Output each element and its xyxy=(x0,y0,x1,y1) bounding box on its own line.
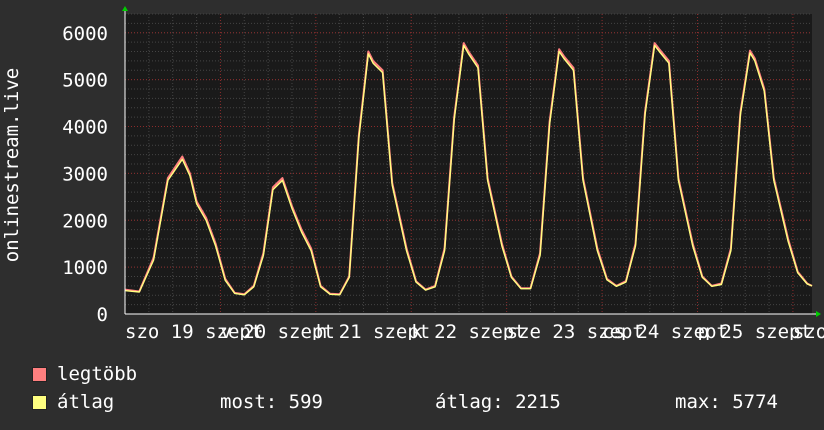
y-tick-label: 6000 xyxy=(62,23,108,45)
y-axis-label: onlinestream.live xyxy=(1,68,23,262)
y-tick-label: 5000 xyxy=(62,70,108,92)
legend-item-avg: átlag xyxy=(32,391,114,413)
stat-average: átlag: 2215 xyxy=(435,391,561,413)
legend-label-avg: átlag xyxy=(57,391,115,413)
x-axis-arrow xyxy=(816,311,821,317)
stat-current: most: 599 xyxy=(220,391,323,413)
legend-label-max: legtöbb xyxy=(57,363,138,385)
legend-item-max: legtöbb xyxy=(32,363,137,385)
stat-max: max: 5774 xyxy=(675,391,778,413)
y-axis-arrow xyxy=(122,6,128,11)
y-tick-label: 1000 xyxy=(62,257,108,279)
y-tick-label: 4000 xyxy=(62,117,108,139)
plot-area xyxy=(125,14,812,314)
traffic-chart: 0100020003000400050006000szo 19 szeptv 2… xyxy=(1,6,824,340)
x-tick-label: szo 26 szept xyxy=(793,321,824,340)
y-tick-label: 0 xyxy=(97,304,108,326)
y-tick-label: 3000 xyxy=(62,163,108,185)
legend-swatch-avg xyxy=(32,395,47,410)
y-tick-label: 2000 xyxy=(62,210,108,232)
legend-swatch-max xyxy=(32,367,47,382)
